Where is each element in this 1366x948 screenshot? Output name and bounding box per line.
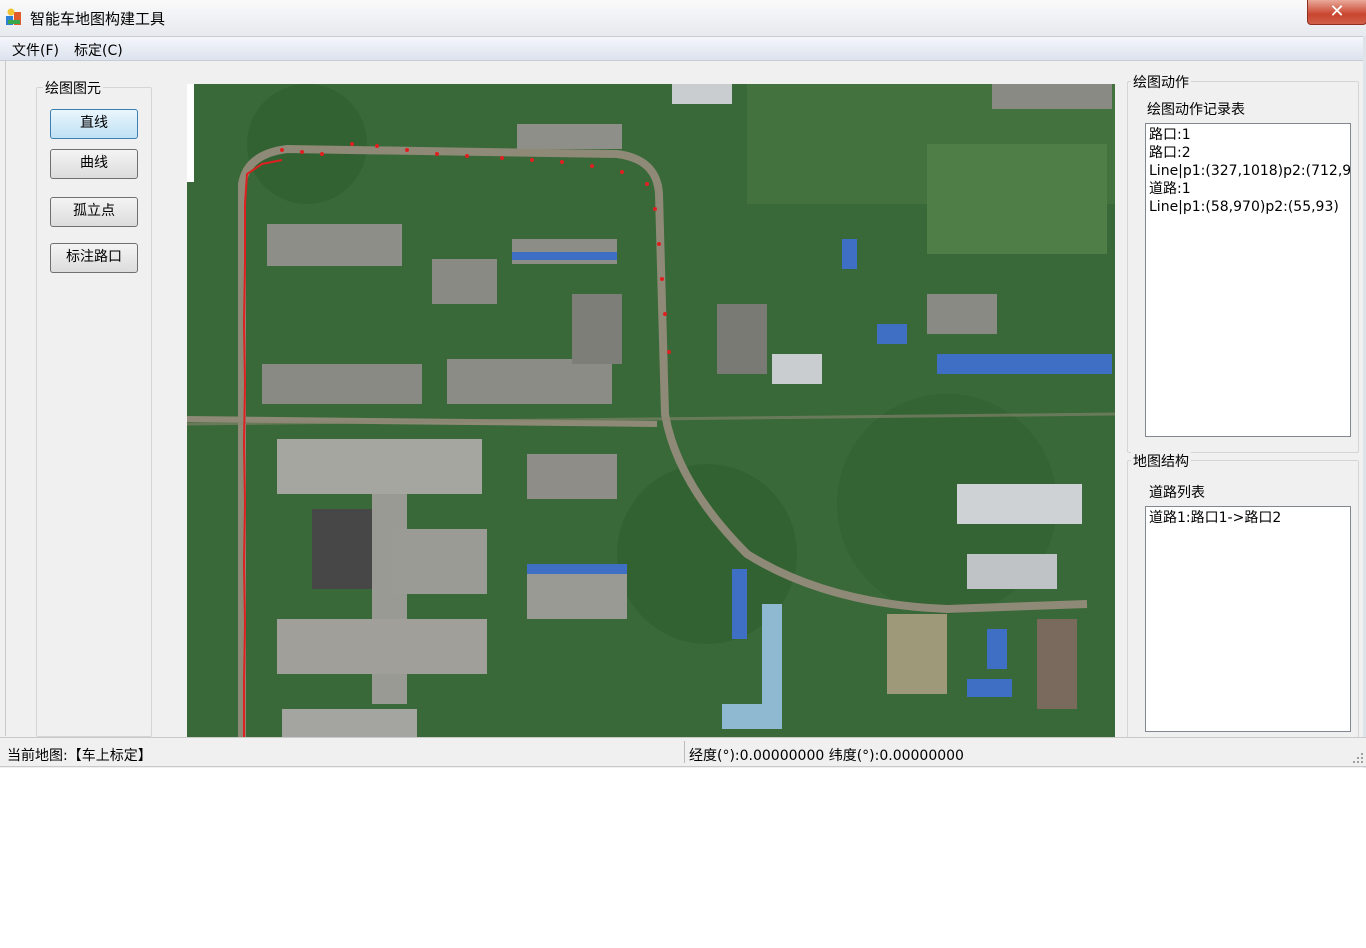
resize-grip-icon[interactable] <box>1353 753 1363 763</box>
list-item[interactable]: 路口:2 <box>1149 144 1347 162</box>
menu-file[interactable]: 文件(F) <box>12 40 59 60</box>
list-item[interactable]: 道路1:路口1->路口2 <box>1149 509 1347 527</box>
menu-calibrate[interactable]: 标定(C) <box>74 40 123 60</box>
draw-elements-title: 绘图图元 <box>43 78 103 98</box>
action-log-label: 绘图动作记录表 <box>1147 102 1245 118</box>
line-button[interactable]: 直线 <box>50 109 138 139</box>
status-separator <box>684 741 685 763</box>
map-canvas[interactable] <box>187 84 1115 745</box>
map-structure-title: 地图结构 <box>1131 451 1191 471</box>
satellite-map <box>187 84 1115 745</box>
building <box>447 359 612 404</box>
draw-elements-group: 绘图图元 <box>36 78 152 737</box>
building <box>277 619 487 674</box>
app-icon <box>6 8 21 25</box>
window-title: 智能车地图构建工具 <box>30 10 166 28</box>
mark-intersection-button[interactable]: 标注路口 <box>50 243 138 273</box>
list-item[interactable]: 道路:1 <box>1149 180 1347 198</box>
action-log-list[interactable]: 路口:1 路口:2 Line|p1:(327,1018)p2:(712,93 道… <box>1145 123 1351 437</box>
curve-button[interactable]: 曲线 <box>50 149 138 179</box>
list-item[interactable]: 路口:1 <box>1149 126 1347 144</box>
list-item[interactable]: Line|p1:(327,1018)p2:(712,93 <box>1149 162 1350 180</box>
building <box>927 294 997 334</box>
building <box>277 439 482 494</box>
map-corner-blank <box>187 84 194 182</box>
road-list[interactable]: 道路1:路口1->路口2 <box>1145 506 1351 732</box>
menu-bar: 文件(F) 标定(C) <box>0 37 1366 61</box>
app-window: 智能车地图构建工具 ✕ 文件(F) 标定(C) 绘图图元 直线 曲线 孤立点 标… <box>0 0 1366 768</box>
coordinate-readout: 经度(°):0.00000000 纬度(°):0.00000000 <box>689 748 964 764</box>
status-bar: 当前地图:【车上标定】 经度(°):0.00000000 纬度(°):0.000… <box>0 737 1366 767</box>
current-map-status: 当前地图:【车上标定】 <box>7 748 152 764</box>
road-list-label: 道路列表 <box>1149 485 1205 501</box>
building <box>267 224 402 266</box>
close-icon: ✕ <box>1329 1 1345 22</box>
draw-actions-title: 绘图动作 <box>1131 72 1191 92</box>
isolated-point-button[interactable]: 孤立点 <box>50 197 138 227</box>
close-button[interactable]: ✕ <box>1307 0 1366 25</box>
building <box>262 364 422 404</box>
title-bar[interactable]: 智能车地图构建工具 ✕ <box>0 0 1366 37</box>
list-item[interactable]: Line|p1:(58,970)p2:(55,93) <box>1149 198 1347 216</box>
building <box>527 454 617 499</box>
